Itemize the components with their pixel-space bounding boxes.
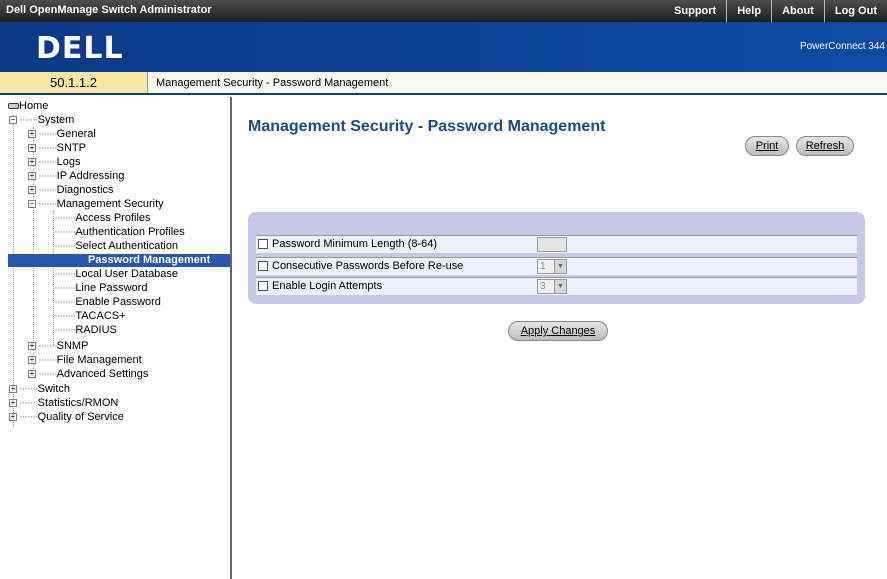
expand-icon[interactable]: + bbox=[28, 342, 36, 351]
expand-icon[interactable]: + bbox=[28, 130, 36, 139]
tree-item-tacacs[interactable]: ········TACACS+ bbox=[54, 310, 126, 323]
expand-icon[interactable]: + bbox=[9, 399, 17, 408]
consecutive-passwords-select[interactable]: 1 ▼ bbox=[537, 259, 567, 274]
expand-icon[interactable]: + bbox=[28, 356, 36, 365]
chevron-down-icon: ▼ bbox=[554, 280, 566, 293]
tree-item-ip-addressing[interactable]: + ·······IP Addressing bbox=[28, 170, 124, 183]
tree-item-switch[interactable]: + ·······Switch bbox=[9, 383, 70, 396]
expand-icon[interactable]: + bbox=[28, 144, 36, 153]
refresh-button[interactable]: Refresh bbox=[796, 136, 854, 156]
consecutive-passwords-value: 1 bbox=[540, 261, 546, 272]
consecutive-passwords-checkbox[interactable] bbox=[258, 261, 268, 271]
expand-icon[interactable]: + bbox=[28, 172, 36, 181]
tree-item-home[interactable]: Home bbox=[8, 100, 48, 113]
consecutive-passwords-label: Consecutive Passwords Before Re-use bbox=[272, 260, 464, 272]
tree-item-advanced-settings[interactable]: + ·······Advanced Settings bbox=[28, 368, 148, 381]
expand-icon[interactable]: + bbox=[28, 370, 36, 379]
app-title: Dell OpenManage Switch Administrator bbox=[6, 4, 212, 16]
device-ip: 50.1.1.2 bbox=[0, 72, 148, 93]
settings-panel: Password Minimum Length (8-64) Consecuti… bbox=[248, 212, 865, 304]
help-link[interactable]: Help bbox=[726, 0, 771, 22]
enable-login-attempts-label: Enable Login Attempts bbox=[272, 280, 383, 292]
page-title: Management Security - Password Managemen… bbox=[248, 118, 606, 135]
expand-icon[interactable]: + bbox=[28, 158, 36, 167]
login-attempts-select[interactable]: 3 ▼ bbox=[537, 279, 567, 294]
navigation-tree: Home − ·······System + ·······General + ···… bbox=[8, 97, 232, 579]
tree-item-snmp[interactable]: + ·······SNMP bbox=[28, 340, 88, 353]
tree-item-local-user-database[interactable]: ········Local User Database bbox=[54, 268, 178, 281]
tree-item-quality-of-service[interactable]: + ·······Quality of Service bbox=[9, 411, 124, 424]
tree-item-radius[interactable]: ········RADIUS bbox=[54, 324, 117, 337]
tree-item-authentication-profiles[interactable]: ········Authentication Profiles bbox=[54, 226, 185, 239]
top-links: Support Help About Log Out bbox=[664, 0, 887, 22]
password-min-length-input[interactable] bbox=[537, 237, 567, 252]
chevron-down-icon: ▼ bbox=[554, 260, 566, 273]
expand-icon[interactable]: + bbox=[28, 186, 36, 195]
address-bar: 50.1.1.2 Management Security - Password … bbox=[0, 72, 887, 95]
password-min-length-label: Password Minimum Length (8-64) bbox=[272, 238, 438, 250]
tree-item-sntp[interactable]: + ·······SNTP bbox=[28, 142, 86, 155]
collapse-icon[interactable]: − bbox=[28, 200, 36, 209]
tree-item-access-profiles[interactable]: ········Access Profiles bbox=[54, 212, 151, 225]
tree-item-select-authentication[interactable]: ········Select Authentication bbox=[54, 240, 178, 253]
tree-item-system[interactable]: − ·······System bbox=[9, 114, 74, 127]
password-min-length-checkbox[interactable] bbox=[258, 239, 268, 249]
drive-icon bbox=[8, 103, 19, 110]
tree-item-line-password[interactable]: ········Line Password bbox=[54, 282, 147, 295]
tree-item-logs[interactable]: + ·······Logs bbox=[28, 156, 81, 169]
tree-item-diagnostics[interactable]: + ·······Diagnostics bbox=[28, 184, 114, 197]
top-bar: Dell OpenManage Switch Administrator Sup… bbox=[0, 0, 887, 22]
row-enable-login-attempts: Enable Login Attempts 3 ▼ bbox=[256, 277, 857, 295]
product-name: PowerConnect 344 bbox=[799, 41, 885, 52]
log-out-link[interactable]: Log Out bbox=[823, 0, 887, 22]
print-button[interactable]: Print bbox=[745, 136, 789, 156]
tree-item-management-security[interactable]: − ·······Management Security bbox=[28, 198, 164, 211]
tree-item-password-management[interactable]: Password Management bbox=[8, 254, 230, 267]
tree-item-file-management[interactable]: + ·······File Management bbox=[28, 354, 142, 367]
support-link[interactable]: Support bbox=[664, 0, 726, 22]
about-link[interactable]: About bbox=[771, 0, 824, 22]
page-path: Management Security - Password Managemen… bbox=[156, 77, 389, 89]
expand-icon[interactable]: + bbox=[9, 413, 17, 422]
tree-item-enable-password[interactable]: ········Enable Password bbox=[54, 296, 161, 309]
collapse-icon[interactable]: − bbox=[9, 116, 17, 125]
dell-logo: DELL bbox=[36, 31, 124, 66]
row-consecutive-passwords: Consecutive Passwords Before Re-use 1 ▼ bbox=[256, 257, 857, 275]
apply-changes-button[interactable]: Apply Changes bbox=[508, 321, 608, 341]
expand-icon[interactable]: + bbox=[9, 385, 17, 394]
login-attempts-value: 3 bbox=[540, 281, 546, 292]
tree-item-statistics-rmon[interactable]: + ·······Statistics/RMON bbox=[9, 397, 118, 410]
tree-item-general[interactable]: + ·······General bbox=[28, 128, 96, 141]
banner: DELL PowerConnect 344 bbox=[0, 22, 887, 72]
row-password-min-length: Password Minimum Length (8-64) bbox=[256, 235, 857, 253]
enable-login-attempts-checkbox[interactable] bbox=[258, 281, 268, 291]
